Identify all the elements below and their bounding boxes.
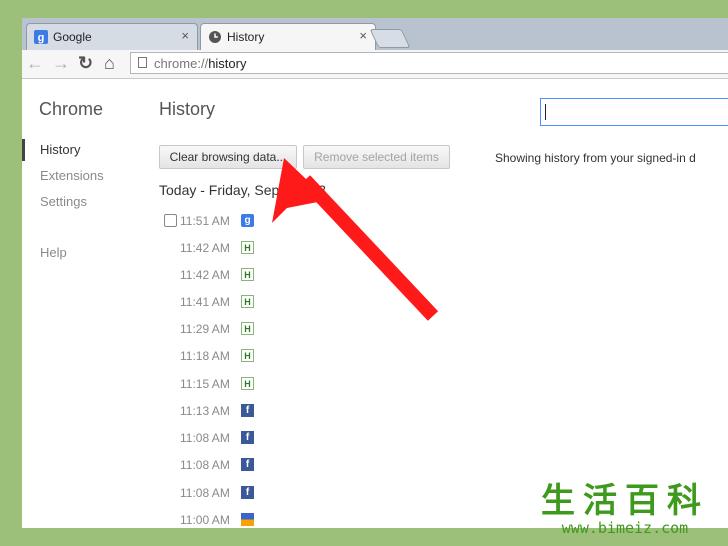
watermark-chinese: 生活百科 <box>541 481 709 521</box>
red-arrow-icon <box>272 158 439 321</box>
watermark: 生活百科 www.bimeiz.com <box>522 482 728 542</box>
watermark-site: www.bimeiz.com <box>561 519 689 537</box>
annotation-arrow <box>272 158 439 321</box>
